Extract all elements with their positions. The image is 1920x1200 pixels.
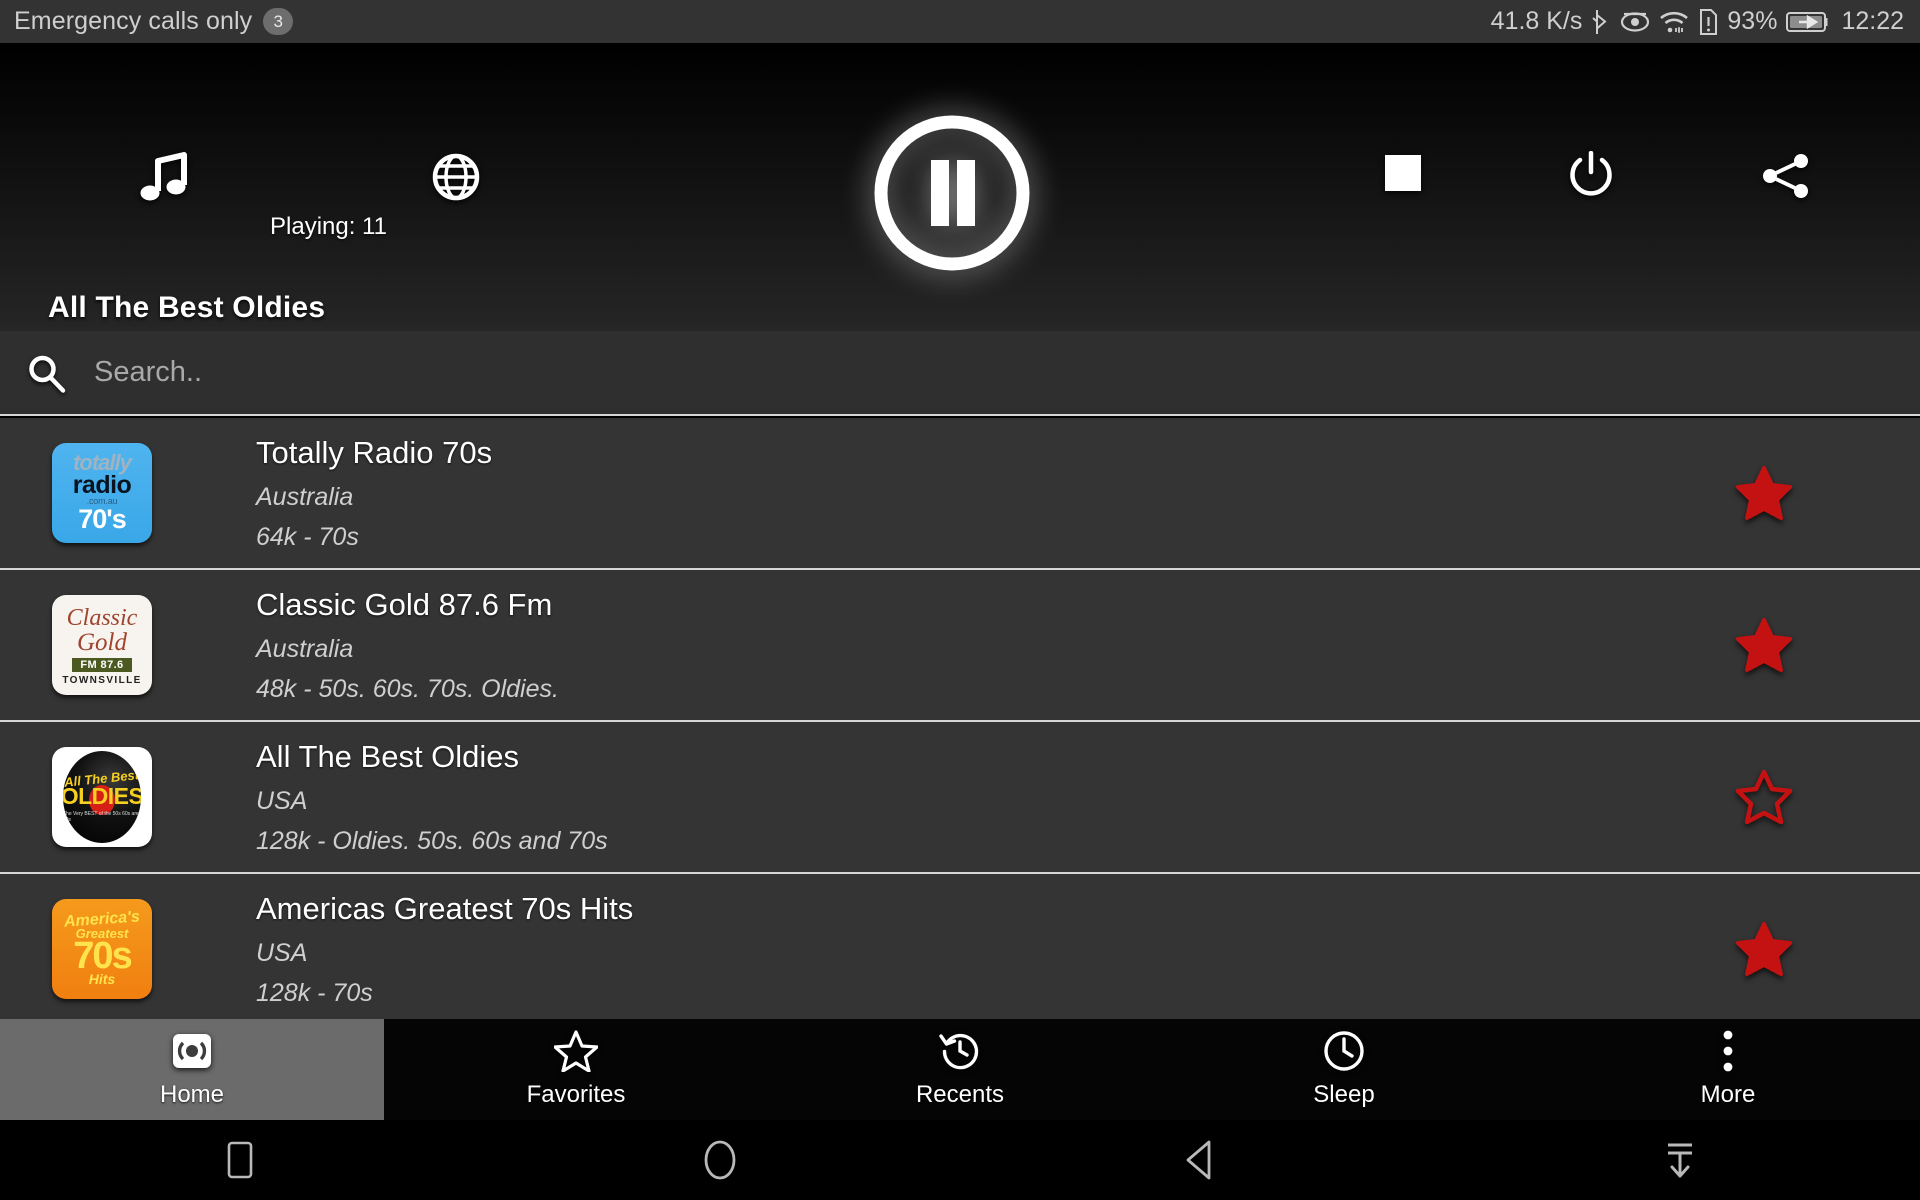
bluetooth-icon	[1591, 8, 1611, 36]
player-header: Playing: 11 All The Best Oldies	[0, 43, 1920, 331]
tab-label: Home	[159, 1081, 225, 1108]
tab-label: Favorites	[526, 1081, 626, 1108]
android-navigation-bar	[0, 1120, 1920, 1200]
station-country: Australia	[256, 482, 354, 511]
station-country: USA	[256, 786, 308, 815]
tab-label: More	[1700, 1081, 1756, 1108]
favorite-star-filled-icon[interactable]	[1704, 618, 1824, 672]
table-row[interactable]: totally radio .com.au 70's Totally Radio…	[0, 418, 1920, 570]
battery-charging-icon	[1786, 10, 1832, 34]
power-button[interactable]	[1568, 151, 1614, 199]
notification-count-badge: 3	[263, 8, 294, 35]
status-bar-left: Emergency calls only 3	[14, 7, 1491, 36]
station-logo: All The Best OLDIES The Very BEST of the…	[52, 747, 152, 847]
favorite-star-filled-icon[interactable]	[1704, 922, 1824, 976]
station-meta: 128k - Oldies. 50s. 60s and 70s	[256, 826, 608, 855]
star-outline-icon	[554, 1030, 598, 1072]
pause-button[interactable]	[868, 109, 1036, 277]
station-country: USA	[256, 938, 308, 967]
eye-icon	[1620, 11, 1650, 33]
station-name: Totally Radio 70s	[256, 434, 493, 470]
logo-disc: All The Best OLDIES The Very BEST of the…	[63, 751, 141, 843]
app-root: Emergency calls only 3 41.8 K/s 93% 12:2…	[0, 0, 1920, 1200]
logo-line-2: radio	[72, 470, 132, 499]
music-note-icon[interactable]	[140, 151, 188, 207]
bottom-tab-bar: Home Favorites Recents Sleep More	[0, 1019, 1920, 1120]
logo-line-4: Hits	[88, 971, 116, 988]
tab-home[interactable]: Home	[0, 1019, 384, 1120]
station-country: Australia	[256, 634, 354, 663]
hide-keyboard-icon[interactable]	[1440, 1139, 1920, 1181]
logo-line-3: The Very BEST of the 50s 60s and 70s	[63, 810, 140, 823]
station-meta: 128k - 70s	[256, 978, 373, 1007]
logo-line-1: Classic	[66, 605, 138, 632]
favorite-star-outline-icon[interactable]	[1704, 770, 1824, 824]
clock-icon	[1323, 1030, 1365, 1072]
station-meta: 64k - 70s	[256, 522, 359, 551]
favorite-star-filled-icon[interactable]	[1704, 466, 1824, 520]
android-status-bar: Emergency calls only 3 41.8 K/s 93% 12:2…	[0, 0, 1920, 43]
overflow-dots-icon	[1721, 1030, 1735, 1072]
station-info: Totally Radio 70s Australia 64k - 70s	[256, 435, 1704, 552]
station-meta: 48k - 50s. 60s. 70s. Oldies.	[256, 674, 559, 703]
station-logo: totally radio .com.au 70's	[52, 443, 152, 543]
station-name: All The Best Oldies	[256, 738, 520, 774]
sim-alert-icon	[1698, 8, 1718, 35]
search-bar[interactable]	[0, 331, 1920, 416]
station-logo: Classic Gold FM 87.6 TOWNSVILLE	[52, 595, 152, 695]
back-triangle-icon[interactable]	[960, 1138, 1440, 1182]
tab-favorites[interactable]: Favorites	[384, 1019, 768, 1120]
search-input[interactable]	[94, 356, 1880, 389]
logo-line-4: 70's	[78, 504, 126, 535]
status-bar-right: 41.8 K/s 93% 12:22	[1491, 7, 1904, 36]
tab-label: Recents	[915, 1081, 1005, 1108]
station-name: Americas Greatest 70s Hits	[256, 890, 634, 926]
logo-line-1: America's	[63, 907, 141, 931]
globe-icon[interactable]	[432, 153, 480, 201]
tab-more[interactable]: More	[1536, 1019, 1920, 1120]
tab-recents[interactable]: Recents	[768, 1019, 1152, 1120]
home-circle-icon[interactable]	[480, 1136, 960, 1184]
network-speed-label: 41.8 K/s	[1490, 7, 1583, 35]
carrier-label: Emergency calls only	[14, 7, 253, 35]
now-playing-station-title: All The Best Oldies	[48, 291, 326, 324]
history-icon	[939, 1030, 981, 1072]
station-info: All The Best Oldies USA 128k - Oldies. 5…	[256, 739, 1704, 856]
logo-line-2: Gold	[77, 628, 127, 656]
logo-line-3: 70s	[73, 934, 132, 977]
table-row[interactable]: All The Best OLDIES The Very BEST of the…	[0, 722, 1920, 874]
stop-button[interactable]	[1385, 155, 1421, 191]
wifi-icon	[1659, 10, 1689, 34]
station-info: Classic Gold 87.6 Fm Australia 48k - 50s…	[256, 587, 1704, 704]
share-button[interactable]	[1762, 153, 1810, 199]
station-name: Classic Gold 87.6 Fm	[256, 586, 553, 622]
recents-square-icon[interactable]	[0, 1139, 480, 1181]
table-row[interactable]: America's Greatest 70s Hits Americas Gre…	[0, 874, 1920, 1019]
table-row[interactable]: Classic Gold FM 87.6 TOWNSVILLE Classic …	[0, 570, 1920, 722]
station-list[interactable]: totally radio .com.au 70's Totally Radio…	[0, 418, 1920, 1019]
logo-line-2: OLDIES	[63, 782, 141, 809]
tab-sleep[interactable]: Sleep	[1152, 1019, 1536, 1120]
clock-label: 12:22	[1841, 7, 1904, 35]
battery-percent-label: 93%	[1727, 7, 1778, 35]
search-icon	[26, 353, 66, 393]
station-info: Americas Greatest 70s Hits USA 128k - 70…	[256, 891, 1704, 1008]
station-logo: America's Greatest 70s Hits	[52, 899, 152, 999]
playing-count-label: Playing: 11	[270, 213, 387, 240]
logo-line-4: TOWNSVILLE	[62, 674, 142, 686]
tab-label: Sleep	[1313, 1081, 1375, 1108]
radio-broadcast-icon	[171, 1030, 213, 1072]
logo-line-3: FM 87.6	[72, 657, 132, 672]
